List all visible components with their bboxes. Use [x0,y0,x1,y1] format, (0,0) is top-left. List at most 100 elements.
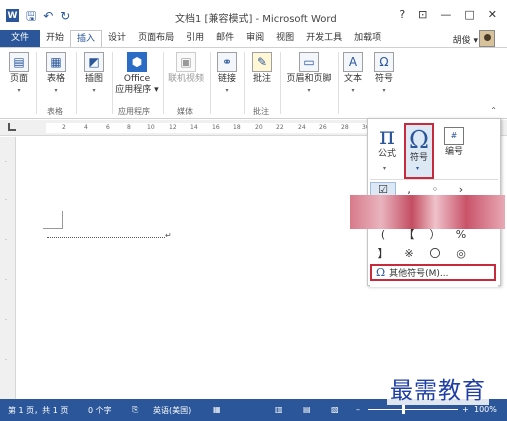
zoom-slider[interactable] [368,409,458,410]
text-label: 文本 [343,74,362,84]
group-label-comment: 批注 [253,107,269,116]
symbol-cell[interactable]: ※ [396,247,422,260]
number-button[interactable]: # 编号 [440,123,468,158]
minimize-button[interactable]: — [440,8,451,21]
symbols-button[interactable]: Ω 符号 ▾ [371,52,397,96]
close-button[interactable]: ✕ [488,8,497,21]
symbol-cell[interactable]: ） [422,226,448,242]
symbol-cell[interactable]: ( [370,228,396,241]
office-apps-label-2: 应用程序 ▾ [115,85,159,95]
symbol-cell[interactable]: ◦ [422,183,448,196]
ruler-tick: 22 [276,124,284,131]
zoom-out-icon[interactable]: – [356,405,360,414]
divider [280,52,281,114]
chevron-down-icon: ▾ [382,87,386,94]
tab-mailings[interactable]: 邮件 [210,30,240,47]
ruler-tick: 12 [169,124,177,131]
symbol-cell[interactable]: ‚ [396,183,422,196]
header-footer-icon: ▭ [299,52,319,72]
undo-icon[interactable]: ↶ [43,10,53,22]
page-count[interactable]: 第 1 页，共 1 页 [8,405,68,416]
divider [76,52,77,114]
ruler-tick: · [5,317,7,324]
ruler-tick: 16 [212,124,220,131]
more-symbols-button[interactable]: Ω 其他符号(M)... [370,264,496,281]
online-video-button[interactable]: ▣ 联机视频 [166,52,206,85]
word-count[interactable]: 0 个字 [88,405,112,416]
ruler-tick: 6 [106,124,110,131]
office-apps-button[interactable]: ⬢ Office 应用程序 ▾ [114,52,160,96]
tab-file[interactable]: 文件 [0,30,41,47]
symbols-label: 符号 [374,74,393,84]
ruler-tick: 10 [147,124,155,131]
tab-developer[interactable]: 开发工具 [300,30,348,47]
zoom-in-icon[interactable]: + [462,405,469,414]
table-label: 表格 [46,74,65,84]
symbol-cell[interactable]: ◎ [448,247,474,260]
tab-page-layout[interactable]: 页面布局 [132,30,180,47]
symbol-cell[interactable]: 〇 [422,245,448,261]
help-button[interactable]: ? [399,8,405,21]
tab-insert[interactable]: 插入 [70,30,103,47]
symbol-cell[interactable]: › [448,183,474,196]
symbol-cell[interactable]: % [448,228,474,241]
macro-icon[interactable]: ▦ [213,405,221,414]
pages-button[interactable]: ▤ 页面 ▾ [6,52,32,96]
link-button[interactable]: ⚭ 链接 ▾ [214,52,240,96]
tab-home[interactable]: 开始 [40,30,70,47]
table-icon: ▦ [46,52,66,72]
symbol-cell[interactable]: 【 [396,226,422,242]
tab-view[interactable]: 视图 [270,30,300,47]
illustrations-button[interactable]: ◩ 插图 ▾ [80,52,108,96]
zoom-slider-thumb[interactable] [402,405,405,414]
chevron-down-icon: ▾ [383,165,387,172]
tab-stop-selector[interactable] [8,123,16,131]
link-label: 链接 [217,74,236,84]
ruler-tick: 20 [255,124,263,131]
web-layout-icon[interactable]: ▧ [331,405,339,414]
text-line[interactable] [47,237,165,238]
zoom-level[interactable]: 100% [474,405,497,414]
store-icon: ⬢ [127,52,147,72]
collapse-ribbon-icon[interactable]: ⌃ [490,106,497,115]
language[interactable]: 英语(美国) [153,405,191,416]
number-label: 编号 [444,147,463,157]
formula-button[interactable]: π 公式 [374,123,400,160]
tab-review[interactable]: 审阅 [240,30,270,47]
video-icon: ▣ [176,52,196,72]
window-controls: ? ⊡ — □ ✕ [399,8,497,21]
comment-icon: ✎ [252,52,272,72]
divider [112,52,113,114]
ruler-tick: 14 [190,124,198,131]
page-icon: ▤ [9,52,29,72]
account-name[interactable]: 胡俊 ▾ [453,33,478,46]
text-button[interactable]: A 文本 ▾ [340,52,366,96]
chevron-down-icon: ▾ [17,87,21,94]
illustrations-label: 插图 [84,74,103,84]
tab-references[interactable]: 引用 [180,30,210,47]
maximize-button[interactable]: □ [464,8,474,21]
save-icon[interactable]: 🖫 [26,10,36,22]
tab-design[interactable]: 设计 [102,30,132,47]
header-footer-button[interactable]: ▭ 页眉和页脚 ▾ [283,52,335,96]
divider [163,52,164,114]
comment-button[interactable]: ✎ 批注 [248,52,276,85]
gallery-row: ☑ ‚ ◦ › [370,181,498,197]
divider [338,52,339,114]
table-button[interactable]: ▦ 表格 ▾ [42,52,70,96]
read-mode-icon[interactable]: ▥ [275,405,283,414]
symbol-cell[interactable]: 】 [370,245,396,261]
proofing-icon[interactable]: ⎘ [132,405,138,415]
title-bar: W 🖫 ↶ ↻ 文档1 [兼容模式] - Microsoft Word ? ⊡ … [0,0,507,30]
redo-icon[interactable]: ↻ [60,10,70,22]
ruler-tick: · [5,237,7,244]
avatar[interactable] [479,30,495,47]
symbols-dropdown: π 公式 ▾ Ω 符号 ▾ # 编号 ☑ ‚ ◦ › ( 【 ） % 】 ※ 〇… [350,118,505,287]
print-layout-icon[interactable]: ▤ [303,405,311,414]
ruler-tick: · [5,159,7,166]
link-icon: ⚭ [217,52,237,72]
tab-addins[interactable]: 加载项 [348,30,387,47]
more-symbols-label: 其他符号(M)... [389,269,449,279]
ribbon-display-button[interactable]: ⊡ [418,8,427,21]
group-label-table: 表格 [47,107,63,116]
